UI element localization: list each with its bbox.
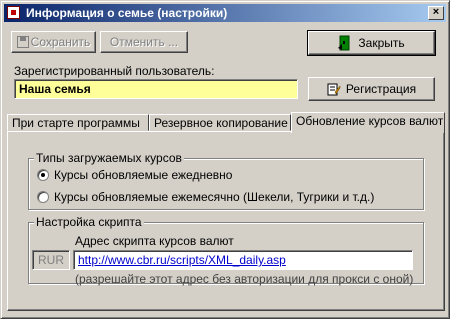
save-button-label: Сохранить [30,35,91,49]
close-button-label: Закрыть [358,36,405,50]
tab-currency-update[interactable]: Обновление курсов валют [291,112,445,133]
monthly-rates-radio[interactable] [37,191,49,203]
close-button[interactable]: Закрыть [307,30,436,56]
script-address-label: Адрес скрипта курсов валют [75,234,234,248]
script-address-value: http://www.cbr.ru/scripts/XML_daily.asp [78,253,286,267]
rates-group-caption: Типы загружаемых курсов [34,151,184,165]
daily-rates-radio[interactable] [37,169,49,181]
rates-type-group: Типы загружаемых курсов Курсы обновляемы… [28,151,424,210]
app-icon [7,6,20,19]
user-field[interactable]: Наша семья [14,79,298,99]
monthly-rates-label[interactable]: Курсы обновляемые ежемесячно (Шекели, Ту… [54,190,374,204]
tab-panel: Типы загружаемых курсов Курсы обновляемы… [7,131,445,311]
daily-rates-label[interactable]: Курсы обновляемые ежедневно [54,168,232,182]
tab-backup[interactable]: Резервное копирование [149,114,291,131]
close-door-icon [338,35,350,51]
save-icon [16,36,29,48]
title-bar[interactable]: Информация о семье (настройки) × [4,4,446,22]
cancel-button[interactable]: Отменить ... [100,31,188,53]
script-settings-group: Настройка скрипта RUR Адрес скрипта курс… [28,215,424,286]
register-button-label: Регистрация [345,82,417,96]
register-icon [327,83,341,96]
tab-startup[interactable]: При старте программы [7,114,149,131]
register-button[interactable]: Регистрация [308,77,435,101]
cancel-button-label: Отменить ... [109,35,179,49]
settings-window: Информация о семье (настройки) × Сохрани… [0,0,450,319]
save-button[interactable]: Сохранить [11,31,96,53]
script-group-caption: Настройка скрипта [34,215,144,229]
window-close-button[interactable]: × [428,6,444,20]
script-address-input[interactable]: http://www.cbr.ru/scripts/XML_daily.asp [73,250,413,270]
currency-code-field: RUR [32,250,70,270]
user-label: Зарегистрированный пользователь: [14,64,215,78]
window-title: Информация о семье (настройки) [26,6,228,20]
script-hint: (разрешайте этот адрес без авторизации д… [75,272,414,286]
